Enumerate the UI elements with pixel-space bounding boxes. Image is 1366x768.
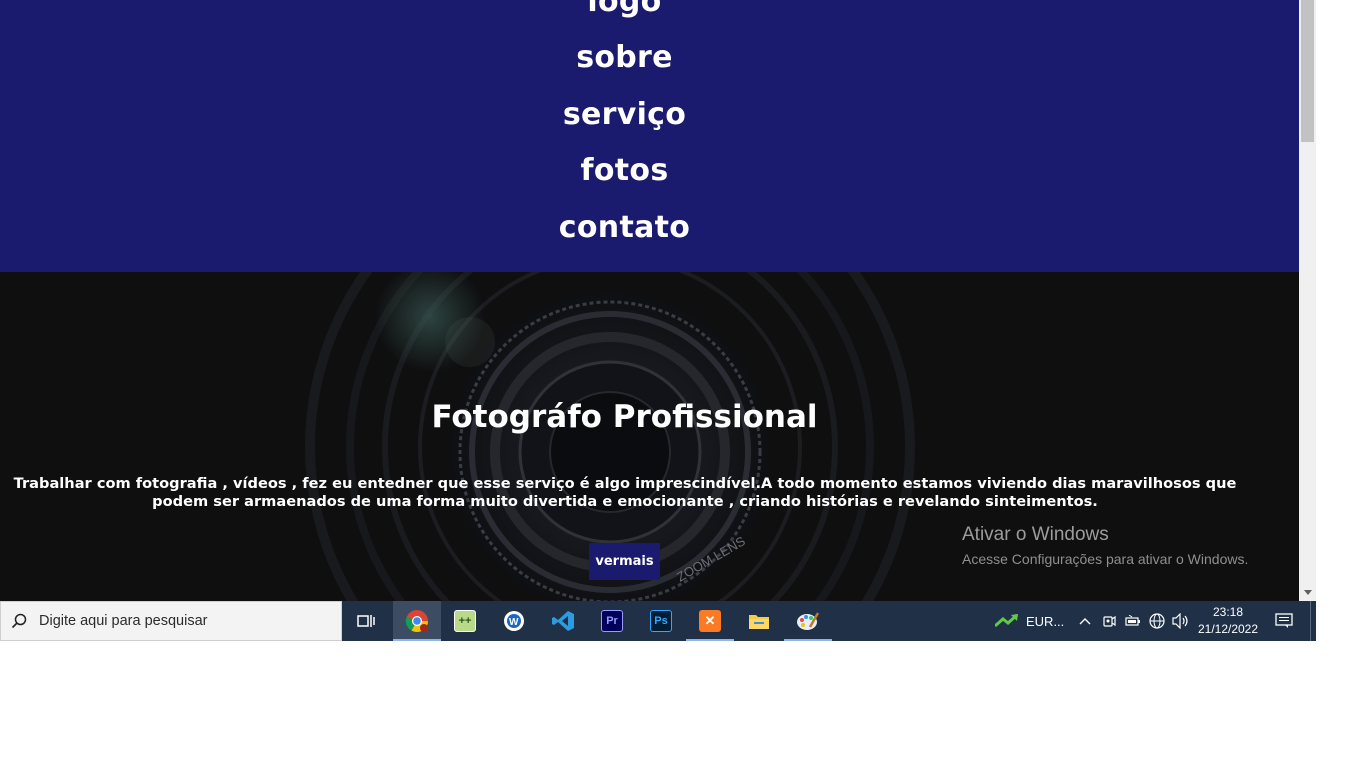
top-navigation: logo sobre serviço fotos contato — [0, 0, 1299, 272]
notification-center-icon[interactable] — [1275, 612, 1293, 630]
nav-logo[interactable]: logo — [0, 0, 1249, 19]
premiere-icon[interactable]: Pr — [588, 601, 636, 641]
browser-viewport: logo sobre serviço fotos contato ZOOM LE… — [0, 0, 1299, 601]
hero-description: Trabalhar com fotografia , vídeos , fez … — [13, 475, 1237, 510]
windows-taskbar: Digite aqui para pesquisar ++ W Pr Ps ✕ — [0, 601, 1316, 641]
svg-text:W: W — [509, 617, 519, 628]
word-icon[interactable]: W — [490, 601, 538, 641]
stock-trend-icon[interactable] — [995, 612, 1019, 630]
ver-mais-button[interactable]: vermais — [589, 543, 660, 580]
chrome-icon[interactable] — [393, 601, 441, 641]
vertical-scrollbar[interactable] — [1299, 0, 1316, 601]
watermark-title: Ativar o Windows — [962, 524, 1109, 545]
xampp-icon[interactable]: ✕ — [686, 601, 734, 641]
clock-time: 23:18 — [1212, 605, 1244, 619]
vscode-icon[interactable] — [539, 601, 587, 641]
volume-icon[interactable] — [1172, 612, 1190, 630]
screen: logo sobre serviço fotos contato ZOOM LE… — [0, 0, 1316, 641]
nav-item-sobre[interactable]: sobre — [0, 40, 1249, 75]
hero-title: Fotográfo Profissional — [431, 399, 818, 435]
nav-item-contato[interactable]: contato — [0, 210, 1249, 245]
clock-date: 21/12/2022 — [1197, 622, 1259, 636]
show-desktop-button[interactable] — [1310, 601, 1316, 641]
photoshop-icon[interactable]: Ps — [637, 601, 685, 641]
scroll-down-arrow-icon[interactable] — [1299, 584, 1316, 601]
meet-now-icon[interactable] — [1100, 612, 1118, 630]
stock-ticker-label[interactable]: EUR... — [1026, 601, 1064, 641]
file-explorer-icon[interactable] — [735, 601, 783, 641]
windows-activation-watermark: Ativar o Windows Acesse Configurações pa… — [962, 524, 1248, 567]
chevron-up-icon[interactable] — [1076, 612, 1094, 630]
battery-icon[interactable] — [1124, 612, 1142, 630]
network-globe-icon[interactable] — [1148, 612, 1166, 630]
paint-icon[interactable] — [784, 601, 832, 641]
notepad-plus-icon[interactable]: ++ — [441, 601, 489, 641]
task-view-icon[interactable] — [342, 601, 390, 641]
nav-item-servico[interactable]: serviço — [0, 97, 1249, 132]
taskbar-search-box[interactable]: Digite aqui para pesquisar — [0, 601, 342, 641]
search-icon — [1, 613, 37, 629]
scrollbar-thumb[interactable] — [1301, 0, 1314, 142]
watermark-subtitle: Acesse Configurações para ativar o Windo… — [962, 551, 1249, 567]
search-placeholder: Digite aqui para pesquisar — [39, 613, 208, 629]
taskbar-clock[interactable]: 23:18 21/12/2022 — [1193, 604, 1263, 638]
nav-item-fotos[interactable]: fotos — [0, 153, 1249, 188]
